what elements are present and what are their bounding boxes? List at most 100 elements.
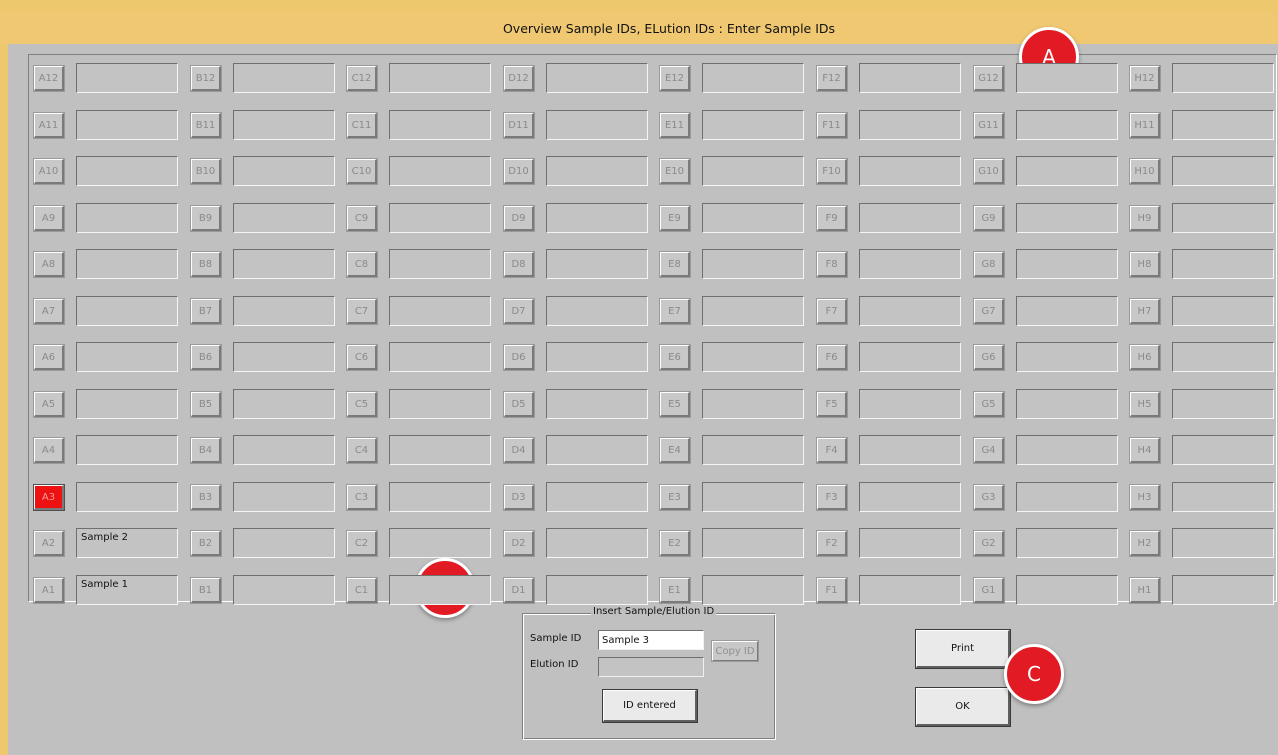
well-button-f3[interactable]: F3 bbox=[816, 484, 848, 511]
well-sample-field-c3[interactable] bbox=[389, 482, 491, 512]
well-button-f1[interactable]: F1 bbox=[816, 577, 848, 604]
well-button-b1[interactable]: B1 bbox=[190, 577, 222, 604]
well-button-b3[interactable]: B3 bbox=[190, 484, 222, 511]
well-button-b8[interactable]: B8 bbox=[190, 251, 222, 278]
well-sample-field-h2[interactable] bbox=[1172, 528, 1274, 558]
well-sample-field-a8[interactable] bbox=[76, 249, 178, 279]
well-sample-field-d3[interactable] bbox=[546, 482, 648, 512]
well-button-b12[interactable]: B12 bbox=[190, 65, 222, 92]
well-button-h3[interactable]: H3 bbox=[1129, 484, 1161, 511]
well-sample-field-d2[interactable] bbox=[546, 528, 648, 558]
well-button-a12[interactable]: A12 bbox=[33, 65, 65, 92]
well-sample-field-g8[interactable] bbox=[1016, 249, 1118, 279]
well-button-b4[interactable]: B4 bbox=[190, 437, 222, 464]
well-button-a11[interactable]: A11 bbox=[33, 112, 65, 139]
well-sample-field-b9[interactable] bbox=[233, 203, 335, 233]
sample-id-input[interactable] bbox=[598, 630, 704, 650]
well-button-g10[interactable]: G10 bbox=[973, 158, 1005, 185]
well-button-g11[interactable]: G11 bbox=[973, 112, 1005, 139]
well-sample-field-h10[interactable] bbox=[1172, 156, 1274, 186]
well-sample-field-h8[interactable] bbox=[1172, 249, 1274, 279]
well-button-a10[interactable]: A10 bbox=[33, 158, 65, 185]
well-button-b7[interactable]: B7 bbox=[190, 298, 222, 325]
well-button-h6[interactable]: H6 bbox=[1129, 344, 1161, 371]
well-button-c6[interactable]: C6 bbox=[346, 344, 378, 371]
well-button-f12[interactable]: F12 bbox=[816, 65, 848, 92]
well-sample-field-d6[interactable] bbox=[546, 342, 648, 372]
well-sample-field-g9[interactable] bbox=[1016, 203, 1118, 233]
well-sample-field-f3[interactable] bbox=[859, 482, 961, 512]
well-sample-field-e5[interactable] bbox=[702, 389, 804, 419]
well-button-h4[interactable]: H4 bbox=[1129, 437, 1161, 464]
well-sample-field-d11[interactable] bbox=[546, 110, 648, 140]
well-sample-field-d12[interactable] bbox=[546, 63, 648, 93]
well-sample-field-f8[interactable] bbox=[859, 249, 961, 279]
well-button-c11[interactable]: C11 bbox=[346, 112, 378, 139]
well-button-g4[interactable]: G4 bbox=[973, 437, 1005, 464]
well-button-g1[interactable]: G1 bbox=[973, 577, 1005, 604]
well-button-e4[interactable]: E4 bbox=[659, 437, 691, 464]
well-button-d5[interactable]: D5 bbox=[503, 391, 535, 418]
well-sample-field-b7[interactable] bbox=[233, 296, 335, 326]
well-button-f11[interactable]: F11 bbox=[816, 112, 848, 139]
well-button-b6[interactable]: B6 bbox=[190, 344, 222, 371]
well-button-f2[interactable]: F2 bbox=[816, 530, 848, 557]
well-button-d11[interactable]: D11 bbox=[503, 112, 535, 139]
well-sample-field-f12[interactable] bbox=[859, 63, 961, 93]
well-button-g3[interactable]: G3 bbox=[973, 484, 1005, 511]
well-sample-field-h6[interactable] bbox=[1172, 342, 1274, 372]
well-sample-field-h1[interactable] bbox=[1172, 575, 1274, 605]
well-sample-field-c12[interactable] bbox=[389, 63, 491, 93]
well-button-d8[interactable]: D8 bbox=[503, 251, 535, 278]
well-button-h1[interactable]: H1 bbox=[1129, 577, 1161, 604]
well-button-e3[interactable]: E3 bbox=[659, 484, 691, 511]
well-sample-field-c6[interactable] bbox=[389, 342, 491, 372]
well-sample-field-g4[interactable] bbox=[1016, 435, 1118, 465]
well-sample-field-f1[interactable] bbox=[859, 575, 961, 605]
well-button-h5[interactable]: H5 bbox=[1129, 391, 1161, 418]
well-sample-field-b2[interactable] bbox=[233, 528, 335, 558]
well-sample-field-c10[interactable] bbox=[389, 156, 491, 186]
well-sample-field-f9[interactable] bbox=[859, 203, 961, 233]
well-button-d6[interactable]: D6 bbox=[503, 344, 535, 371]
well-button-e10[interactable]: E10 bbox=[659, 158, 691, 185]
well-button-e7[interactable]: E7 bbox=[659, 298, 691, 325]
well-sample-field-d10[interactable] bbox=[546, 156, 648, 186]
well-sample-field-f11[interactable] bbox=[859, 110, 961, 140]
well-button-a9[interactable]: A9 bbox=[33, 205, 65, 232]
well-sample-field-b3[interactable] bbox=[233, 482, 335, 512]
well-sample-field-c4[interactable] bbox=[389, 435, 491, 465]
well-sample-field-d5[interactable] bbox=[546, 389, 648, 419]
well-sample-field-h4[interactable] bbox=[1172, 435, 1274, 465]
well-button-c1[interactable]: C1 bbox=[346, 577, 378, 604]
well-button-a5[interactable]: A5 bbox=[33, 391, 65, 418]
well-button-c7[interactable]: C7 bbox=[346, 298, 378, 325]
well-button-d9[interactable]: D9 bbox=[503, 205, 535, 232]
well-button-f9[interactable]: F9 bbox=[816, 205, 848, 232]
well-sample-field-f2[interactable] bbox=[859, 528, 961, 558]
well-sample-field-b4[interactable] bbox=[233, 435, 335, 465]
well-button-e12[interactable]: E12 bbox=[659, 65, 691, 92]
well-sample-field-h12[interactable] bbox=[1172, 63, 1274, 93]
well-button-g8[interactable]: G8 bbox=[973, 251, 1005, 278]
well-button-b2[interactable]: B2 bbox=[190, 530, 222, 557]
well-button-h8[interactable]: H8 bbox=[1129, 251, 1161, 278]
well-button-h7[interactable]: H7 bbox=[1129, 298, 1161, 325]
well-sample-field-b12[interactable] bbox=[233, 63, 335, 93]
well-button-b9[interactable]: B9 bbox=[190, 205, 222, 232]
well-sample-field-d8[interactable] bbox=[546, 249, 648, 279]
copy-id-button[interactable]: Copy ID bbox=[711, 640, 759, 662]
well-sample-field-f5[interactable] bbox=[859, 389, 961, 419]
well-sample-field-e4[interactable] bbox=[702, 435, 804, 465]
well-button-h10[interactable]: H10 bbox=[1129, 158, 1161, 185]
well-sample-field-g12[interactable] bbox=[1016, 63, 1118, 93]
well-sample-field-b8[interactable] bbox=[233, 249, 335, 279]
well-button-h12[interactable]: H12 bbox=[1129, 65, 1161, 92]
well-button-e2[interactable]: E2 bbox=[659, 530, 691, 557]
well-sample-field-e9[interactable] bbox=[702, 203, 804, 233]
well-sample-field-a10[interactable] bbox=[76, 156, 178, 186]
well-sample-field-b10[interactable] bbox=[233, 156, 335, 186]
well-button-e6[interactable]: E6 bbox=[659, 344, 691, 371]
well-button-c4[interactable]: C4 bbox=[346, 437, 378, 464]
well-sample-field-c9[interactable] bbox=[389, 203, 491, 233]
